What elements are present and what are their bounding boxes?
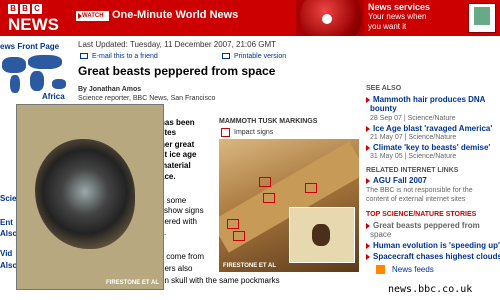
see-also-link[interactable]: Climate 'key to beasts' demise': [366, 143, 490, 152]
agu-link[interactable]: AGU Fall 2007: [366, 176, 427, 185]
tusk-credit: FIRESTONE ET AL: [223, 263, 277, 269]
play-icon: [78, 13, 82, 19]
tusk-graphic-title: MAMMOTH TUSK MARKINGS: [219, 118, 318, 125]
nav-also-link[interactable]: Also: [0, 229, 17, 238]
impact-marker: [305, 183, 317, 193]
header-bar: B B C NEWS WATCH One-Minute World News N…: [0, 0, 500, 36]
bullet-arrow-icon: [366, 96, 370, 103]
see-also-link-cont[interactable]: bounty: [370, 104, 397, 113]
map-continent: [30, 71, 44, 91]
impact-marker: [259, 177, 271, 187]
link-title: AGU Fall 2007: [373, 176, 427, 185]
link-date: 31 May 05 | Science/Nature: [370, 153, 457, 160]
article-body-line: hers also: [160, 264, 193, 273]
last-updated: Last Updated: Tuesday, 11 December 2007,…: [78, 40, 277, 49]
one-minute-news-link[interactable]: One-Minute World News: [112, 9, 238, 21]
author-role: Science reporter, BBC News, San Francisc…: [78, 95, 216, 102]
link-title: Climate 'key to beasts' demise': [373, 143, 491, 152]
impact-marker: [263, 193, 275, 203]
nav-also-link-2[interactable]: Also: [0, 261, 17, 270]
article-body-line: pered with: [160, 217, 197, 226]
logo-letter: C: [32, 4, 42, 14]
see-also-link[interactable]: Ice Age blast 'ravaged America': [366, 124, 492, 133]
printer-icon: [222, 53, 230, 60]
print-link[interactable]: Printable version: [222, 53, 286, 60]
site-domain: news.bbc.co.uk: [388, 284, 473, 295]
nav-science-link[interactable]: Scie: [0, 194, 16, 203]
bullet-arrow-icon: [366, 125, 370, 132]
story-title: Human evolution is 'speeding up': [373, 241, 500, 250]
link-date: 21 May 07 | Science/Nature: [370, 134, 457, 141]
top-story-link[interactable]: Human evolution is 'speeding up': [366, 241, 500, 250]
nav-video-link[interactable]: Vid: [0, 249, 12, 258]
top-story-link-cont[interactable]: space: [370, 230, 391, 239]
impact-pit: [312, 224, 330, 246]
map-continent: [2, 57, 26, 73]
link-title: Ice Age blast 'ravaged America': [373, 124, 493, 133]
article-body-line: has been: [160, 118, 195, 127]
meteorite-rock: [35, 139, 135, 249]
tusk-closeup-inset: [289, 207, 355, 263]
print-label: Printable version: [234, 53, 287, 60]
envelope-icon: [80, 53, 88, 60]
article-body-line: on skull with the same pockmarks: [160, 276, 280, 285]
impact-marker: [233, 231, 245, 241]
map-continent: [10, 75, 20, 93]
article-body-line: st ice age: [160, 150, 197, 159]
article-body-line: s come from: [160, 252, 205, 261]
article-author: By Jonathan Amos: [78, 86, 142, 93]
rss-icon[interactable]: [376, 265, 385, 274]
meteorite-photo: FIRESTONE ET AL: [16, 104, 164, 290]
bullet-arrow-icon: [366, 222, 370, 229]
map-continent: [52, 79, 66, 89]
see-also-heading: SEE ALSO: [366, 85, 402, 92]
story-title: Great beasts peppered from: [373, 221, 480, 230]
top-stories-heading: TOP SCIENCE/NATURE STORIES: [366, 211, 477, 218]
disclaimer-text: The BBC is not responsible for the: [366, 187, 473, 194]
story-title: Spacecraft chases highest clouds: [373, 252, 500, 261]
link-date: 28 Sep 07 | Science/Nature: [370, 115, 456, 122]
article-body-line: l show signs: [160, 206, 204, 215]
news-services-promo[interactable]: News services Your news when you want it: [364, 0, 468, 36]
news-feeds-link[interactable]: News feeds: [392, 265, 434, 274]
services-line: Your news when: [368, 12, 427, 21]
mammoth-tusk-image: FIRESTONE ET AL: [219, 139, 359, 272]
impact-marker: [227, 219, 239, 229]
article-headline: Great beasts peppered from space: [78, 64, 276, 78]
article-body-line: material: [160, 161, 191, 170]
email-link[interactable]: E-mail this to a friend: [80, 53, 158, 60]
mobile-phone-icon[interactable]: [468, 3, 496, 33]
globe-video-image[interactable]: [296, 0, 364, 36]
impact-legend-label: Impact signs: [234, 129, 274, 136]
bullet-arrow-icon: [366, 242, 370, 249]
watch-label: WATCH: [82, 13, 104, 19]
bullet-arrow-icon: [366, 144, 370, 151]
nav-africa-link[interactable]: Africa: [42, 92, 65, 101]
bbc-blocks: B B C: [8, 4, 42, 14]
impact-legend-box: [221, 128, 230, 137]
nav-entertainment-link[interactable]: Ent: [0, 218, 13, 227]
bullet-arrow-icon: [366, 177, 370, 184]
map-continent: [28, 55, 62, 69]
services-title: News services: [368, 2, 431, 12]
disclaimer-text: content of external internet sites: [366, 196, 466, 203]
play-icon: [322, 14, 332, 24]
front-page-link[interactable]: ews Front Page: [0, 42, 59, 51]
link-title: Mammoth hair produces DNA: [373, 95, 486, 104]
top-story-link[interactable]: Great beasts peppered from: [366, 221, 480, 230]
see-also-link[interactable]: Mammoth hair produces DNA: [366, 95, 485, 104]
bullet-arrow-icon: [366, 253, 370, 260]
logo-news-text: NEWS: [8, 15, 59, 34]
watch-button[interactable]: WATCH: [76, 11, 109, 21]
logo-letter: B: [20, 4, 30, 14]
phone-screen: [474, 7, 490, 25]
photo-credit: FIRESTONE ET AL: [105, 280, 159, 286]
logo-letter: B: [8, 4, 18, 14]
article-body-line: her great: [160, 140, 195, 149]
top-story-link[interactable]: Spacecraft chases highest clouds: [366, 252, 500, 261]
related-links-heading: RELATED INTERNET LINKS: [366, 167, 459, 174]
email-label: E-mail this to a friend: [92, 53, 158, 60]
bbc-news-logo[interactable]: B B C NEWS: [0, 0, 62, 36]
services-line: you want it: [368, 22, 407, 31]
